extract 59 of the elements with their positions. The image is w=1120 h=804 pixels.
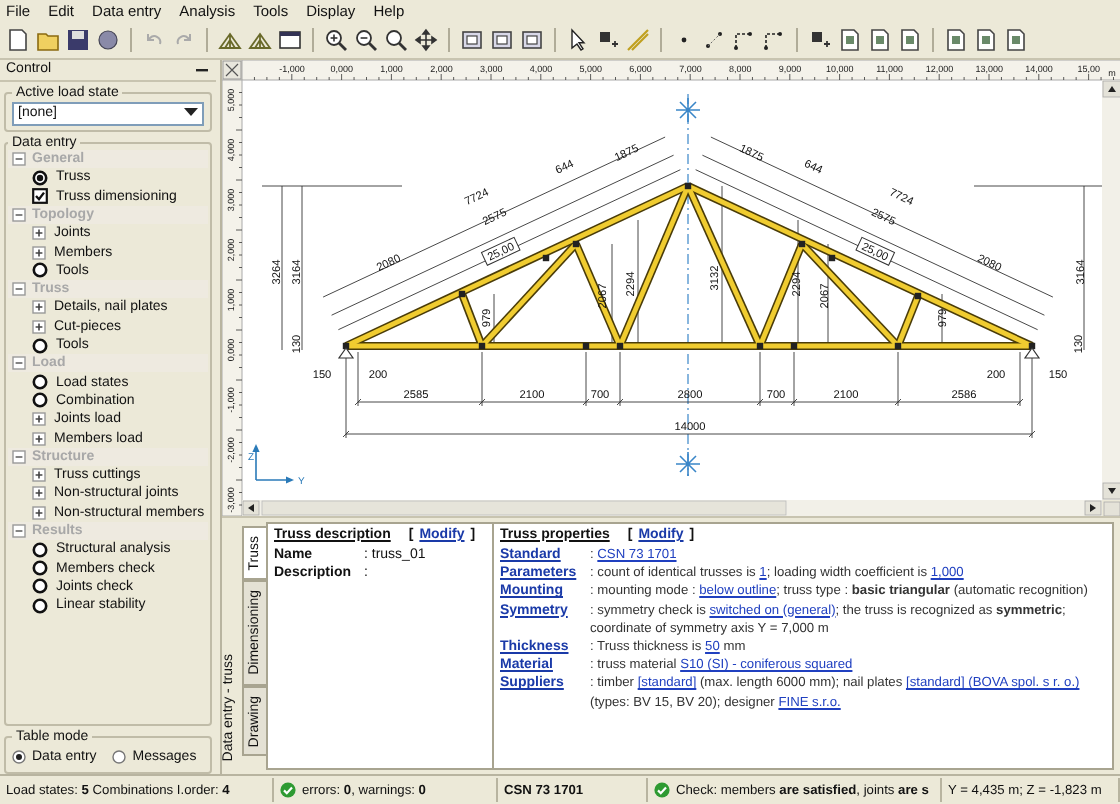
frame-icon[interactable]	[490, 28, 514, 53]
expand-icon[interactable]	[32, 300, 46, 315]
collapse-icon[interactable]	[12, 356, 26, 371]
page-icon[interactable]	[944, 28, 968, 53]
page-icon[interactable]	[868, 28, 892, 53]
page-icon[interactable]	[838, 28, 862, 53]
corner-icon[interactable]	[732, 28, 756, 53]
check-icon	[280, 782, 296, 799]
axes-icon	[252, 443, 294, 484]
radio-icon[interactable]	[32, 578, 48, 595]
radio-icon[interactable]	[32, 374, 48, 391]
page-icon[interactable]	[898, 28, 922, 53]
radio-icon[interactable]	[32, 262, 48, 279]
expand-icon[interactable]	[32, 468, 46, 483]
expand-icon[interactable]	[32, 319, 46, 334]
truss-icon[interactable]	[218, 28, 242, 53]
truss-icon[interactable]	[248, 28, 272, 53]
vertical-scrollbar[interactable]	[1102, 79, 1120, 500]
move-icon[interactable]	[414, 28, 438, 53]
corner-icon[interactable]	[762, 28, 786, 53]
check-icon	[654, 782, 670, 799]
node-icon[interactable]	[808, 28, 832, 53]
radio-icon[interactable]	[12, 750, 26, 765]
expand-icon[interactable]	[32, 412, 46, 427]
minimize-icon[interactable]	[194, 63, 210, 76]
expand-icon[interactable]	[32, 245, 46, 260]
window-icon[interactable]	[278, 28, 302, 53]
zoom-out-icon[interactable]	[354, 28, 378, 53]
collapse-icon[interactable]	[12, 524, 26, 538]
expand-icon[interactable]	[32, 431, 46, 446]
expand-icon[interactable]	[32, 505, 46, 520]
radio-icon[interactable]	[32, 560, 48, 577]
radio-icon[interactable]	[32, 169, 48, 186]
frame-icon[interactable]	[520, 28, 544, 53]
ruler-corner-icon[interactable]	[222, 60, 242, 80]
document-icon[interactable]	[6, 28, 30, 53]
node-icon[interactable]	[596, 28, 620, 53]
page-icon[interactable]	[1004, 28, 1028, 53]
dots-icon[interactable]	[702, 28, 726, 53]
caret-icon	[184, 108, 198, 119]
collapse-icon[interactable]	[12, 207, 26, 222]
frame-icon[interactable]	[460, 28, 484, 53]
collapse-icon[interactable]	[12, 449, 26, 464]
page-icon[interactable]	[974, 28, 998, 53]
cursor-icon[interactable]	[566, 28, 590, 53]
collapse-icon[interactable]	[12, 152, 26, 167]
zoom-icon[interactable]	[384, 28, 408, 53]
radio-icon[interactable]	[32, 541, 48, 558]
collapse-icon[interactable]	[12, 282, 26, 297]
zoom-in-icon[interactable]	[324, 28, 348, 53]
expand-icon[interactable]	[32, 486, 46, 501]
radio-icon[interactable]	[32, 597, 48, 614]
sphere-icon[interactable]	[96, 28, 120, 53]
radio-icon[interactable]	[112, 750, 127, 765]
radio-icon[interactable]	[32, 337, 48, 354]
expand-icon[interactable]	[32, 226, 46, 241]
truss-drawing[interactable]	[337, 182, 1041, 359]
checkbox-icon[interactable]	[32, 188, 48, 205]
radio-icon[interactable]	[32, 392, 48, 409]
